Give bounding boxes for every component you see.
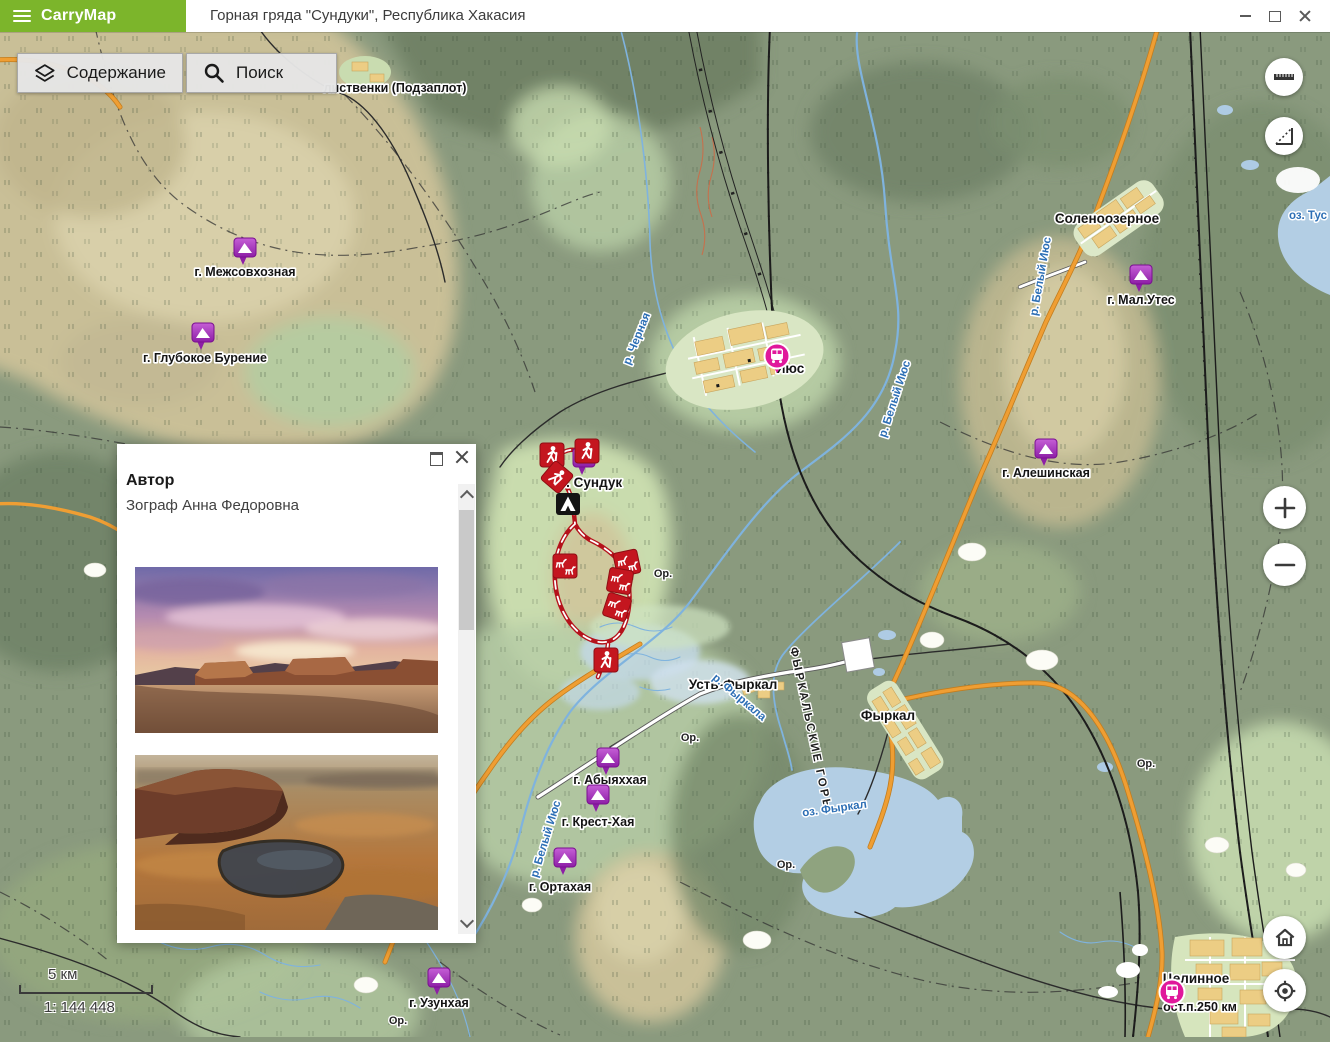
label-mal-utes: г. Мал.Утес: [1107, 293, 1175, 307]
measure-triangle-icon: [1272, 124, 1296, 148]
gps-target-icon: [1272, 978, 1298, 1004]
camp-marker[interactable]: [556, 493, 580, 515]
label-ortahaya: г. Ортахая: [529, 880, 591, 894]
zoom-out-button[interactable]: [1263, 543, 1306, 586]
label-oz-tus: оз. Тус: [1289, 210, 1328, 222]
app-name: CarryMap: [41, 7, 116, 25]
minus-icon: [1273, 553, 1297, 577]
label-mezhsovkhoznaya: г. Межсовхозная: [194, 265, 295, 279]
popup-title: Автор: [126, 472, 174, 490]
minimize-button[interactable]: [1230, 3, 1260, 29]
contents-button[interactable]: Содержание: [17, 53, 183, 93]
label-or-1: Ор.: [654, 568, 672, 580]
menu-icon[interactable]: [13, 10, 31, 22]
popup-scrollbar[interactable]: [458, 484, 475, 934]
scale-distance: 5 км: [48, 966, 164, 983]
home-button[interactable]: [1263, 916, 1306, 959]
search-icon: [203, 62, 225, 84]
maximize-icon: [1269, 11, 1281, 22]
label-solenoozernoe: Соленоозерное: [1055, 211, 1160, 226]
window-title: Горная гряда "Сундуки", Республика Хакас…: [210, 0, 526, 32]
minimize-icon: [1240, 15, 1251, 17]
close-icon: [1299, 10, 1311, 22]
quarry-building: [842, 638, 875, 672]
search-button-label: Поиск: [236, 63, 283, 83]
popup-maximize-icon[interactable]: [430, 452, 443, 466]
label-uzunhaya: г. Узунхая: [409, 996, 469, 1010]
label-krest-haya: г. Крест-Хая: [562, 815, 635, 829]
photo-hill-lake[interactable]: [135, 755, 438, 930]
scale-bar-toggle-button[interactable]: [1265, 58, 1303, 96]
label-or-3: Ор.: [777, 859, 795, 871]
photo-sunset-ridge[interactable]: [135, 567, 438, 733]
petroglyph-marker-3[interactable]: [606, 567, 634, 595]
label-or-4: Ор.: [389, 1015, 407, 1027]
scale-ruler-icon: [1272, 65, 1296, 89]
label-aleshinskaya: г. Алешинская: [1002, 466, 1090, 480]
window-controls: [1230, 0, 1320, 32]
popup-author-name: Зограф Анна Федоровна: [126, 497, 299, 514]
measure-button[interactable]: [1265, 117, 1303, 155]
maximize-button[interactable]: [1260, 3, 1290, 29]
scrollbar-thumb[interactable]: [459, 510, 474, 630]
zoom-in-button[interactable]: [1263, 486, 1306, 529]
home-icon: [1272, 925, 1298, 951]
hiker-marker-2[interactable]: [575, 439, 599, 463]
scale-bar-line: [14, 984, 164, 996]
petroglyph-marker-1[interactable]: [553, 554, 577, 578]
title-bar: CarryMap Горная гряда "Сундуки", Республ…: [0, 0, 1330, 32]
layers-icon: [34, 62, 56, 85]
hiker-marker-1[interactable]: [540, 443, 564, 467]
search-button[interactable]: Поиск: [186, 53, 337, 93]
plus-icon: [1273, 496, 1297, 520]
scale-bar: 5 км 1: 144 448: [14, 966, 164, 1016]
app-brand[interactable]: CarryMap: [0, 0, 186, 32]
hiker-marker-4[interactable]: [594, 648, 618, 672]
locate-button[interactable]: [1263, 969, 1306, 1012]
contents-button-label: Содержание: [67, 63, 166, 83]
label-abyyahkaya: г. Абыяххая: [573, 773, 647, 787]
scale-ratio: 1: 144 448: [44, 999, 164, 1016]
label-or-5: Ор.: [1137, 758, 1155, 770]
scroll-up-icon[interactable]: [460, 490, 474, 504]
close-button[interactable]: [1290, 3, 1320, 29]
carrymap-window: { "window": { "app_name": "CarryMap", "t…: [0, 0, 1330, 1037]
label-or-2: Ор.: [681, 732, 699, 744]
popup-close-icon[interactable]: [455, 450, 469, 464]
label-glubokoe-burenie: г. Глубокое Бурение: [143, 351, 267, 365]
author-popup: Автор Зограф Анна Федоровна: [117, 444, 476, 943]
label-fyrkal: Фыркал: [861, 708, 915, 723]
scroll-down-icon[interactable]: [460, 914, 474, 928]
label-listvenki: лиственки (Подзаплот): [324, 81, 467, 95]
